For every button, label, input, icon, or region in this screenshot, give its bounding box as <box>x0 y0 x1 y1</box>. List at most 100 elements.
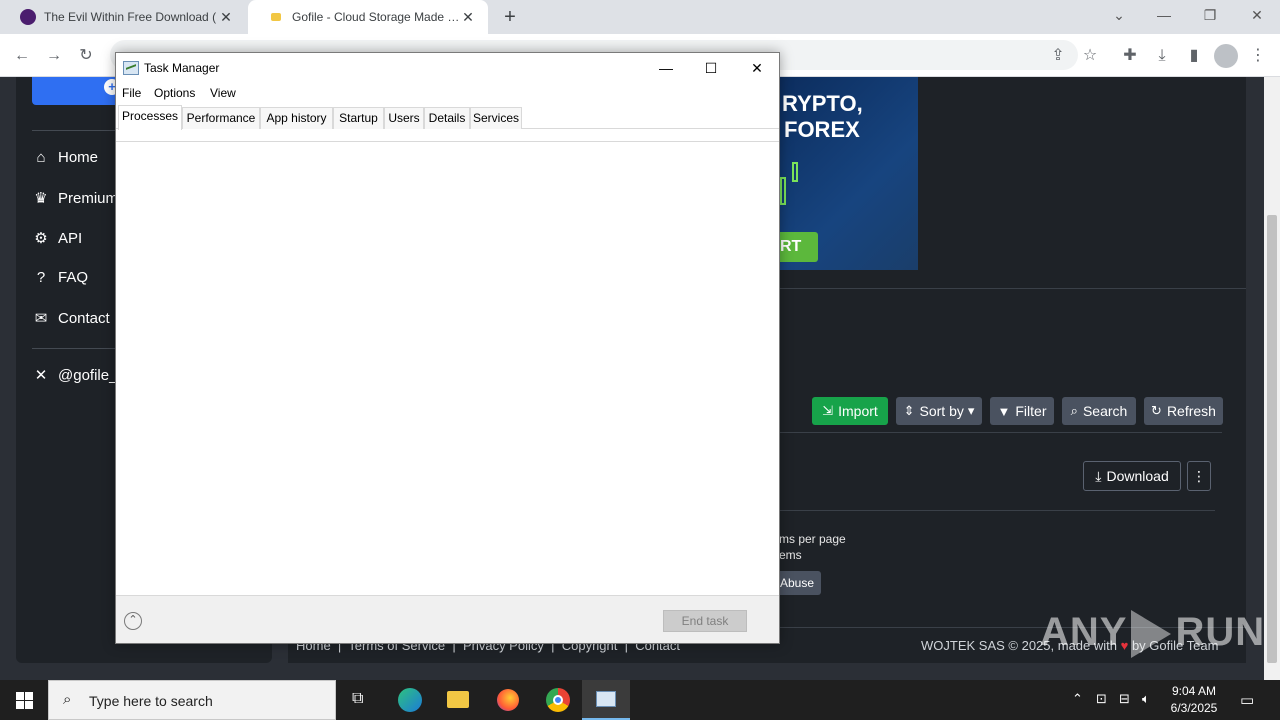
tab-app-history[interactable]: App history <box>260 107 333 129</box>
tab-startup[interactable]: Startup <box>333 107 384 129</box>
share-icon[interactable]: ⇪ <box>1044 42 1072 70</box>
sidebar-item-faq[interactable]: ? FAQ <box>32 269 88 286</box>
ad-banner[interactable]: RYPTO, FOREX RT <box>778 77 918 270</box>
items-count-text: ems <box>779 548 802 562</box>
search-icon: ⌕ <box>63 691 72 708</box>
sidebar-item-premium[interactable]: ♛ Premium <box>32 189 119 208</box>
tab-close-icon[interactable]: ✕ <box>460 9 476 26</box>
network-device-icon[interactable]: ⊡ <box>1096 691 1107 707</box>
sidebar-item-api[interactable]: ⚙ API <box>32 229 82 248</box>
watermark-text: RUN <box>1175 610 1266 654</box>
reload-icon[interactable]: ↻ <box>72 42 100 70</box>
tab-services[interactable]: Services <box>470 107 522 129</box>
minimize-icon[interactable]: — <box>643 53 689 83</box>
forward-icon[interactable]: → <box>40 42 68 70</box>
firefox-icon[interactable] <box>484 680 532 720</box>
fewer-details-icon[interactable]: ⌃ <box>124 612 142 630</box>
candlestick-icon <box>780 177 786 205</box>
extensions-icon[interactable]: ✚ <box>1116 42 1144 70</box>
tab-performance[interactable]: Performance <box>182 107 260 129</box>
sidebar-item-label: FAQ <box>58 269 89 286</box>
sidebar-item-label: Premium <box>58 189 119 207</box>
browser-tab-evil-within[interactable]: The Evil Within Free Download ( ✕ <box>0 0 246 34</box>
scrollbar-thumb[interactable] <box>1267 215 1277 663</box>
close-icon[interactable]: ✕ <box>734 53 780 83</box>
watermark-text: ANY <box>1040 610 1128 654</box>
tab-details[interactable]: Details <box>424 107 470 129</box>
download-button[interactable]: ⤓ Download <box>1083 461 1181 491</box>
download-icon[interactable]: ⤓ <box>1148 42 1176 70</box>
sidebar-item-social[interactable]: ✕ @gofile_ <box>32 366 118 385</box>
button-label: Refresh <box>1166 403 1216 419</box>
file-explorer-icon[interactable] <box>434 680 482 720</box>
anyrun-watermark: ANY RUN <box>1040 610 1266 659</box>
menu-view[interactable]: View <box>210 86 236 100</box>
end-task-button[interactable]: End task <box>663 610 747 632</box>
import-button[interactable]: ⇲ Import <box>812 397 888 425</box>
sort-icon: ⇕ <box>903 403 915 418</box>
tab-users[interactable]: Users <box>384 107 424 129</box>
content-divider <box>778 510 1215 511</box>
task-manager-taskbar-icon[interactable] <box>582 680 630 720</box>
ad-headline: FOREX <box>784 117 860 142</box>
restore-icon[interactable]: ❐ <box>1187 0 1233 30</box>
refresh-icon: ↻ <box>1151 403 1162 418</box>
cogs-icon: ⚙ <box>34 230 48 247</box>
menu-icon[interactable]: ⋮ <box>1244 42 1272 70</box>
menu-options[interactable]: Options <box>154 86 195 100</box>
task-manager-icon <box>123 61 139 75</box>
search-icon: ⌕ <box>1070 403 1078 418</box>
minimize-icon[interactable]: — <box>1141 0 1187 30</box>
sidebar-item-contact[interactable]: ✉ Contact <box>32 309 110 328</box>
x-logo-icon: ✕ <box>34 367 48 384</box>
notifications-icon[interactable]: ▭ <box>1240 691 1254 709</box>
tab-favicon-icon <box>20 9 36 25</box>
profile-avatar[interactable] <box>1214 44 1238 68</box>
content-divider <box>778 288 1246 289</box>
bookmark-star-icon[interactable]: ☆ <box>1076 42 1104 70</box>
search-button[interactable]: ⌕ Search <box>1062 397 1136 425</box>
clock-date: 6/3/2025 <box>1170 701 1218 715</box>
button-label: Filter <box>1015 403 1047 419</box>
browser-tab-gofile[interactable]: Gofile - Cloud Storage Made Sin ✕ <box>248 0 488 34</box>
sidebar-item-home[interactable]: ⌂ Home <box>32 149 98 166</box>
caret-down-icon: ▾ <box>967 403 975 418</box>
filter-button[interactable]: ▼ Filter <box>990 397 1054 425</box>
envelope-icon: ✉ <box>34 310 48 327</box>
sidebar-item-label: Home <box>58 149 99 166</box>
task-view-icon[interactable]: ⧉ <box>336 680 384 720</box>
question-icon: ? <box>36 269 46 286</box>
system-clock[interactable]: 9:04 AM 6/3/2025 <box>1162 683 1226 717</box>
new-tab-button[interactable]: + <box>498 4 522 30</box>
play-logo-icon <box>1131 610 1172 659</box>
maximize-icon[interactable]: ☐ <box>688 53 734 83</box>
button-label: Download <box>1106 468 1169 484</box>
page-scrollbar[interactable] <box>1264 77 1280 680</box>
tab-close-icon[interactable]: ✕ <box>218 9 234 26</box>
windows-logo-icon <box>16 701 24 709</box>
menu-file[interactable]: File <box>122 86 141 100</box>
sort-by-button[interactable]: ⇕ Sort by ▾ <box>896 397 982 425</box>
sidebar-item-label: @gofile_ <box>58 366 118 384</box>
taskbar-search-box[interactable]: ⌕ Type here to search <box>48 680 336 720</box>
ad-cta-button[interactable]: RT <box>778 232 818 262</box>
sidebar-item-label: Contact <box>58 309 110 327</box>
tab-title: Gofile - Cloud Storage Made Sin <box>292 10 460 24</box>
task-manager-titlebar[interactable]: Task Manager — ☐ ✕ <box>116 53 779 83</box>
tab-processes[interactable]: Processes <box>118 105 182 130</box>
show-hidden-icons[interactable]: ⌃ <box>1072 691 1083 707</box>
task-manager-window: Task Manager — ☐ ✕ File Options View Pro… <box>115 52 780 644</box>
refresh-button[interactable]: ↻ Refresh <box>1144 397 1223 425</box>
tab-search-icon[interactable]: ⌄ <box>1096 0 1142 30</box>
task-manager-menubar: File Options View <box>116 83 779 103</box>
start-button[interactable] <box>0 680 48 720</box>
volume-icon[interactable]: 🔈︎ <box>1142 691 1150 707</box>
back-icon[interactable]: ← <box>8 42 36 70</box>
more-options-button[interactable]: ⋮ <box>1187 461 1211 491</box>
edge-icon[interactable] <box>386 680 434 720</box>
close-window-icon[interactable]: ✕ <box>1234 0 1280 30</box>
chrome-icon[interactable] <box>534 680 582 720</box>
crown-icon: ♛ <box>34 190 48 207</box>
network-icon[interactable]: ⊟ <box>1119 691 1130 707</box>
side-panel-icon[interactable]: ▮ <box>1180 42 1208 70</box>
